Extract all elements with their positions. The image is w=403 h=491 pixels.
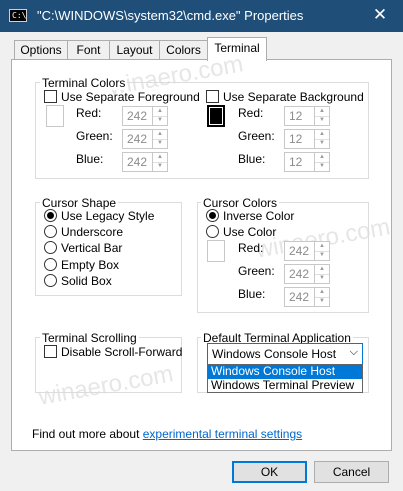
radio-label: Underscore	[61, 225, 124, 239]
spin-down-icon[interactable]: ▼	[315, 297, 329, 306]
close-icon: ✕	[372, 5, 388, 24]
cmd-icon: C:\	[9, 9, 27, 22]
radio-vertical-bar[interactable]: Vertical Bar	[44, 241, 122, 255]
cursor-green-stepper[interactable]: 242 ▲ ▼	[284, 264, 330, 284]
radio-label: Use Legacy Style	[61, 209, 155, 223]
radio-label: Empty Box	[61, 258, 120, 272]
spin-down-icon[interactable]: ▼	[315, 251, 329, 260]
disable-scroll-forward-label: Disable Scroll-Forward	[61, 345, 183, 359]
radio-dot	[44, 274, 57, 287]
stepper-value: 12	[289, 109, 303, 123]
cursor-shape-label: Cursor Shape	[40, 196, 119, 210]
close-button[interactable]: ✕	[366, 0, 394, 32]
radio-dot	[206, 209, 219, 222]
foreground-red-label: Red:	[76, 106, 102, 120]
radio-dot	[206, 225, 219, 238]
radio-use-legacy-style[interactable]: Use Legacy Style	[44, 209, 154, 223]
background-red-stepper[interactable]: 12 ▲ ▼	[284, 106, 330, 126]
background-color-swatch	[207, 105, 225, 127]
foreground-color-swatch	[46, 105, 64, 127]
stepper-value: 242	[127, 155, 148, 169]
background-blue-stepper[interactable]: 12 ▲ ▼	[284, 152, 330, 172]
radio-dot	[44, 225, 57, 238]
use-separate-background-label: Use Separate Background	[223, 90, 364, 104]
terminal-colors-label: Terminal Colors	[40, 76, 128, 90]
experimental-terminal-settings-link[interactable]: experimental terminal settings	[143, 427, 302, 441]
stepper-value: 12	[289, 132, 303, 146]
cursor-green-label: Green:	[238, 264, 275, 278]
radio-dot	[44, 258, 57, 271]
tab-options[interactable]: Options	[14, 40, 68, 59]
foreground-blue-label: Blue:	[76, 152, 104, 166]
background-blue-label: Blue:	[238, 152, 266, 166]
cursor-red-label: Red:	[238, 241, 264, 255]
spin-down-icon[interactable]: ▼	[153, 116, 167, 125]
spin-down-icon[interactable]: ▼	[315, 139, 329, 148]
radio-solid-box[interactable]: Solid Box	[44, 274, 112, 288]
checkbox-box	[44, 345, 57, 358]
window-title: "C:\WINDOWS\system32\cmd.exe" Properties	[37, 8, 304, 23]
default-terminal-select[interactable]: Windows Console Host ⌵	[207, 343, 363, 365]
default-terminal-dropdown-list: Windows Console Host Windows Terminal Pr…	[207, 364, 363, 393]
tab-layout[interactable]: Layout	[109, 40, 160, 59]
radio-label: Use Color	[223, 225, 277, 239]
cursor-blue-label: Blue:	[238, 287, 266, 301]
stepper-value: 242	[289, 267, 310, 281]
stepper-value: 242	[289, 244, 310, 258]
find-out-more-text: Find out more about experimental termina…	[32, 427, 302, 441]
title-bar[interactable]: C:\ "C:\WINDOWS\system32\cmd.exe" Proper…	[0, 0, 403, 32]
radio-empty-box[interactable]: Empty Box	[44, 258, 119, 272]
background-green-stepper[interactable]: 12 ▲ ▼	[284, 129, 330, 149]
spin-down-icon[interactable]: ▼	[153, 162, 167, 171]
checkbox-box	[44, 90, 57, 103]
use-separate-foreground-label: Use Separate Foreground	[61, 90, 200, 104]
cancel-button[interactable]: Cancel	[314, 461, 389, 483]
terminal-scrolling-label: Terminal Scrolling	[40, 331, 139, 345]
cursor-color-swatch	[207, 240, 225, 262]
spin-down-icon[interactable]: ▼	[315, 116, 329, 125]
ok-button[interactable]: OK	[232, 461, 307, 483]
background-red-label: Red:	[238, 106, 264, 120]
radio-underscore[interactable]: Underscore	[44, 225, 123, 239]
stepper-value: 242	[127, 132, 148, 146]
background-green-label: Green:	[238, 129, 275, 143]
spin-down-icon[interactable]: ▼	[315, 162, 329, 171]
foreground-green-stepper[interactable]: 242 ▲ ▼	[122, 129, 168, 149]
radio-inverse-color[interactable]: Inverse Color	[206, 209, 294, 223]
foreground-green-label: Green:	[76, 129, 113, 143]
radio-label: Vertical Bar	[61, 241, 123, 255]
foreground-red-stepper[interactable]: 242 ▲ ▼	[122, 106, 168, 126]
tab-colors[interactable]: Colors	[159, 40, 208, 59]
disable-scroll-forward-checkbox[interactable]: Disable Scroll-Forward	[44, 345, 182, 359]
chevron-down-icon: ⌵	[349, 346, 358, 358]
radio-label: Inverse Color	[223, 209, 295, 223]
stepper-value: 242	[127, 109, 148, 123]
radio-label: Solid Box	[61, 274, 112, 288]
stepper-value: 12	[289, 155, 303, 169]
checkbox-box	[206, 90, 219, 103]
cursor-colors-label: Cursor Colors	[201, 196, 280, 210]
spin-down-icon[interactable]: ▼	[153, 139, 167, 148]
find-out-more-prefix: Find out more about	[32, 427, 140, 441]
radio-dot	[44, 241, 57, 254]
radio-dot	[44, 209, 57, 222]
use-separate-background-checkbox[interactable]: Use Separate Background	[206, 90, 364, 104]
tab-font[interactable]: Font	[67, 40, 110, 59]
radio-use-color[interactable]: Use Color	[206, 225, 276, 239]
dropdown-option-windows-console-host[interactable]: Windows Console Host	[208, 365, 362, 379]
spin-down-icon[interactable]: ▼	[315, 274, 329, 283]
foreground-blue-stepper[interactable]: 242 ▲ ▼	[122, 152, 168, 172]
cursor-red-stepper[interactable]: 242 ▲ ▼	[284, 241, 330, 261]
use-separate-foreground-checkbox[interactable]: Use Separate Foreground	[44, 90, 200, 104]
cursor-blue-stepper[interactable]: 242 ▲ ▼	[284, 287, 330, 307]
stepper-value: 242	[289, 290, 310, 304]
dropdown-option-windows-terminal-preview[interactable]: Windows Terminal Preview	[208, 379, 362, 393]
select-value: Windows Console Host	[212, 347, 337, 361]
